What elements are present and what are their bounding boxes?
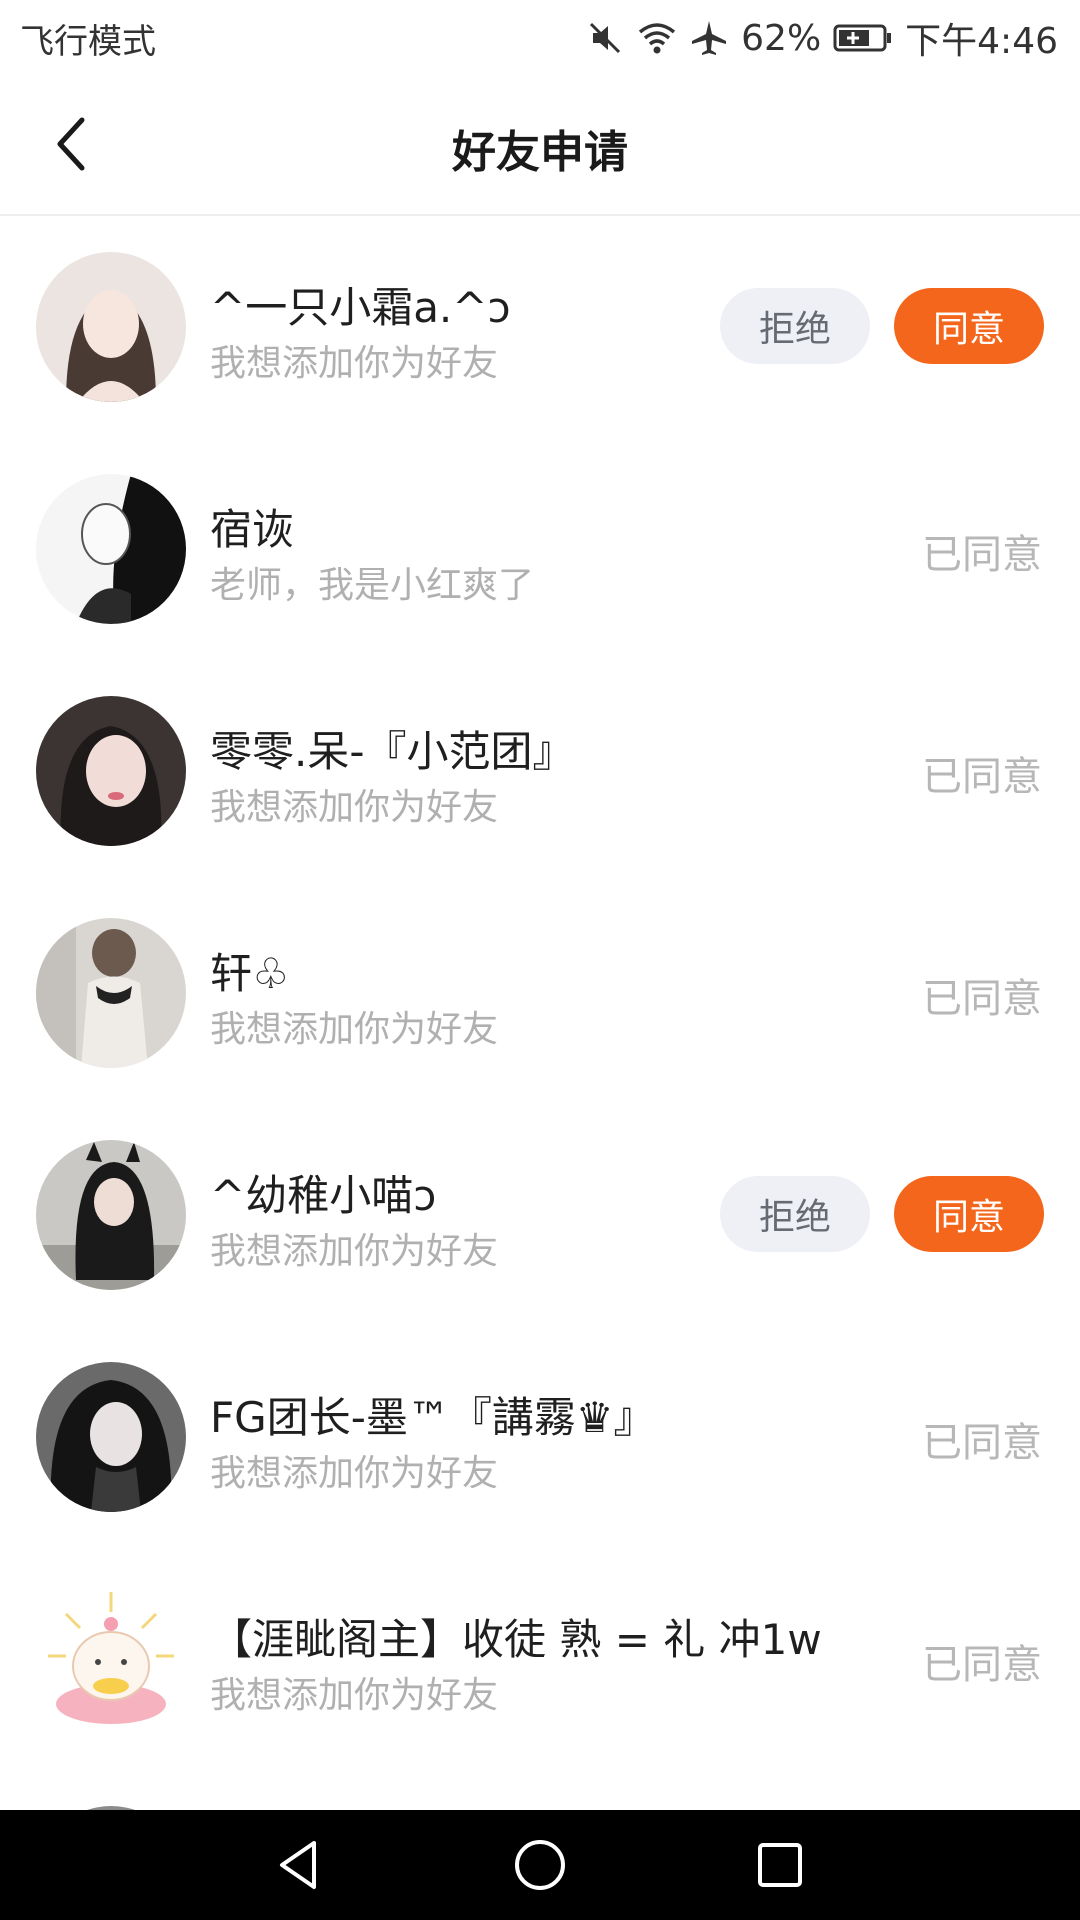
status-icons: 62% 下午4:46: [585, 12, 1058, 64]
accepted-status: 已同意: [922, 1642, 1042, 1688]
accepted-status: 已同意: [922, 976, 1042, 1022]
request-message: 我想添加你为好友: [210, 1231, 499, 1272]
list-item: 宿诙 老师，我是小红爽了 已同意: [0, 438, 1080, 660]
list-item: ^一只小霜a.^ↄ 我想添加你为好友 拒绝 同意: [0, 216, 1080, 438]
avatar[interactable]: [36, 474, 186, 624]
recents-square-icon[interactable]: [750, 1835, 810, 1895]
airplane-mode-label: 飞行模式: [20, 22, 156, 62]
page-header: 好友申请: [0, 76, 1080, 216]
status-bar: 飞行模式 62% 下午4:46: [0, 0, 1080, 76]
system-nav-bar: [0, 1810, 1080, 1920]
avatar[interactable]: [36, 918, 186, 1068]
list-item: 零零.呆-『小范团』 我想添加你为好友 已同意: [0, 660, 1080, 882]
page-title: 好友申请: [452, 127, 628, 178]
requester-name: ^幼稚小喵ↄ: [210, 1171, 437, 1220]
request-message: 我想添加你为好友: [210, 1009, 499, 1050]
reject-button[interactable]: 拒绝: [720, 1176, 870, 1252]
avatar[interactable]: [36, 1140, 186, 1290]
request-message: 我想添加你为好友: [210, 1675, 499, 1716]
home-circle-icon[interactable]: [510, 1835, 570, 1895]
airplane-icon: [692, 21, 727, 55]
accepted-status: 已同意: [922, 754, 1042, 800]
avatar[interactable]: [36, 1362, 186, 1512]
request-message: 老师，我是小红爽了: [210, 565, 535, 606]
wifi-icon: [639, 23, 676, 54]
accept-button[interactable]: 同意: [894, 1176, 1044, 1252]
request-message: 我想添加你为好友: [210, 787, 499, 828]
accepted-status: 已同意: [922, 1420, 1042, 1466]
list-item: 轩♧ 我想添加你为好友 已同意: [0, 882, 1080, 1104]
list-item: FG团长-墨™『講霧♛』 我想添加你为好友 已同意: [0, 1326, 1080, 1548]
clock-time: 下午4:46: [905, 21, 1058, 62]
requester-name: 宿诙: [210, 505, 295, 554]
requester-name: ^一只小霜a.^ↄ: [210, 283, 511, 332]
requester-name: 轩♧: [210, 949, 290, 998]
list-item: ^幼稚小喵ↄ 我想添加你为好友 拒绝 同意: [0, 1104, 1080, 1326]
requester-name: 【涯眦阁主】收徒 熟 = 礼 冲1w: [210, 1615, 822, 1664]
request-message: 我想添加你为好友: [210, 343, 499, 384]
back-triangle-icon[interactable]: [270, 1835, 330, 1895]
accept-button[interactable]: 同意: [894, 288, 1044, 364]
friend-request-list[interactable]: ^一只小霜a.^ↄ 我想添加你为好友 拒绝 同意 宿诙 老师，我是小红爽了 已同…: [0, 216, 1080, 1810]
avatar[interactable]: [36, 252, 186, 402]
list-item: 【涯眦阁主】收徒 熟 = 礼 冲1w 我想添加你为好友 已同意: [0, 1548, 1080, 1770]
battery-percent: 62%: [741, 17, 822, 59]
avatar[interactable]: [36, 1584, 186, 1734]
requester-name: 零零.呆-『小范团』: [210, 727, 575, 776]
requester-name: FG团长-墨™『講霧♛』: [210, 1393, 656, 1442]
battery-charging-icon: [833, 24, 892, 52]
list-item: [0, 1770, 1080, 1810]
accepted-status: 已同意: [922, 532, 1042, 578]
reject-button[interactable]: 拒绝: [720, 288, 870, 364]
mute-icon: [590, 22, 621, 54]
avatar[interactable]: [36, 696, 186, 846]
request-message: 我想添加你为好友: [210, 1453, 499, 1494]
